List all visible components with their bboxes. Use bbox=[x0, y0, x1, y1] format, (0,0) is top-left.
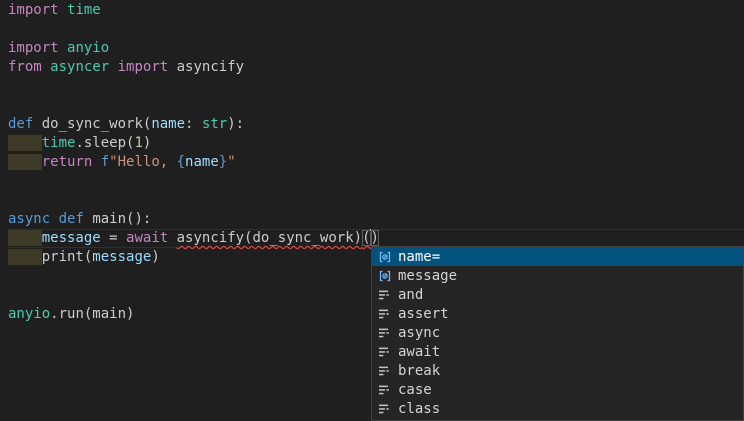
code-token: "Hello, bbox=[109, 154, 176, 170]
code-line[interactable] bbox=[8, 191, 744, 210]
code-token: = bbox=[101, 230, 126, 246]
code-token: def bbox=[8, 116, 33, 132]
suggest-item-label: message bbox=[398, 268, 457, 284]
suggest-item[interactable]: assert bbox=[372, 304, 743, 323]
variable-icon bbox=[377, 268, 393, 284]
code-token: } bbox=[219, 154, 227, 170]
suggest-item[interactable]: async bbox=[372, 323, 743, 342]
suggest-item-label: break bbox=[398, 363, 440, 379]
code-token: print( bbox=[42, 249, 93, 265]
suggest-item[interactable]: class bbox=[372, 399, 743, 418]
vscode-editor-window: import timeimport anyiofrom asyncer impo… bbox=[0, 0, 744, 421]
suggest-item-label: assert bbox=[398, 306, 449, 322]
code-token: def bbox=[59, 211, 84, 227]
suggest-item-label: and bbox=[398, 287, 423, 303]
code-token: : bbox=[185, 116, 202, 132]
code-token bbox=[92, 154, 100, 170]
code-token: import bbox=[8, 40, 59, 56]
code-token: .run(main) bbox=[50, 306, 134, 322]
code-token: .sleep( bbox=[75, 135, 134, 151]
code-line[interactable]: import time bbox=[8, 1, 744, 20]
code-line[interactable] bbox=[8, 20, 744, 39]
code-token: { bbox=[177, 154, 185, 170]
suggest-widget: name= message and assert async await break case… bbox=[371, 246, 744, 421]
code-token bbox=[168, 230, 176, 246]
suggest-item[interactable]: break bbox=[372, 361, 743, 380]
indent-highlight bbox=[8, 135, 42, 151]
code-token: name bbox=[185, 154, 219, 170]
keyword-icon bbox=[377, 344, 393, 360]
code-token: return bbox=[42, 154, 93, 170]
code-token bbox=[50, 211, 58, 227]
suggest-item-label: case bbox=[398, 382, 432, 398]
code-token: " bbox=[227, 154, 235, 170]
variable-icon bbox=[377, 249, 393, 265]
code-line[interactable] bbox=[8, 96, 744, 115]
code-token: do_sync_work( bbox=[33, 116, 151, 132]
suggest-item[interactable]: case bbox=[372, 380, 743, 399]
indent-highlight bbox=[8, 249, 42, 265]
keyword-icon bbox=[377, 325, 393, 341]
code-line[interactable] bbox=[8, 172, 744, 191]
indent-highlight bbox=[8, 154, 42, 170]
code-token: ): bbox=[227, 116, 244, 132]
keyword-icon bbox=[377, 382, 393, 398]
code-line[interactable]: import anyio bbox=[8, 39, 744, 58]
keyword-icon bbox=[377, 401, 393, 417]
error-token: asyncify(do_sync_work) bbox=[177, 230, 362, 246]
code-token: asyncer bbox=[50, 59, 109, 75]
suggest-item-label: async bbox=[398, 325, 440, 341]
code-token: import bbox=[8, 2, 59, 18]
code-token: 1 bbox=[134, 135, 142, 151]
suggest-item[interactable]: await bbox=[372, 342, 743, 361]
code-token: ) bbox=[143, 135, 151, 151]
suggest-item[interactable]: message bbox=[372, 266, 743, 285]
code-token: message bbox=[42, 230, 101, 246]
code-token bbox=[59, 40, 67, 56]
code-token: async bbox=[8, 211, 50, 227]
code-line[interactable]: from asyncer import asyncify bbox=[8, 58, 744, 77]
code-token: anyio bbox=[8, 306, 50, 322]
code-line[interactable]: async def main(): bbox=[8, 210, 744, 229]
code-token: message bbox=[92, 249, 151, 265]
code-token: import bbox=[118, 59, 169, 75]
code-token: anyio bbox=[67, 40, 109, 56]
code-token: asyncify bbox=[168, 59, 244, 75]
suggest-item-label: await bbox=[398, 344, 440, 360]
code-line[interactable]: def do_sync_work(name: str): bbox=[8, 115, 744, 134]
code-token: time bbox=[42, 135, 76, 151]
code-token: await bbox=[126, 230, 168, 246]
code-token bbox=[59, 2, 67, 18]
suggest-item-label: class bbox=[398, 401, 440, 417]
code-line[interactable]: return f"Hello, {name}" bbox=[8, 153, 744, 172]
code-token bbox=[42, 59, 50, 75]
code-token: f bbox=[101, 154, 109, 170]
code-token: ) bbox=[151, 249, 159, 265]
matched-bracket: ) bbox=[371, 230, 379, 246]
code-token: from bbox=[8, 59, 42, 75]
keyword-icon bbox=[377, 287, 393, 303]
code-line[interactable]: time.sleep(1) bbox=[8, 134, 744, 153]
suggest-item-label: name= bbox=[398, 249, 440, 265]
keyword-icon bbox=[377, 306, 393, 322]
suggest-item-selected[interactable]: name= bbox=[372, 247, 743, 266]
code-token: time bbox=[67, 2, 101, 18]
indent-highlight bbox=[8, 230, 42, 246]
code-line[interactable] bbox=[8, 77, 744, 96]
suggest-item[interactable]: and bbox=[372, 285, 743, 304]
keyword-icon bbox=[377, 363, 393, 379]
code-token: str bbox=[202, 116, 227, 132]
code-token: main(): bbox=[84, 211, 151, 227]
code-token: name bbox=[151, 116, 185, 132]
code-token bbox=[109, 59, 117, 75]
